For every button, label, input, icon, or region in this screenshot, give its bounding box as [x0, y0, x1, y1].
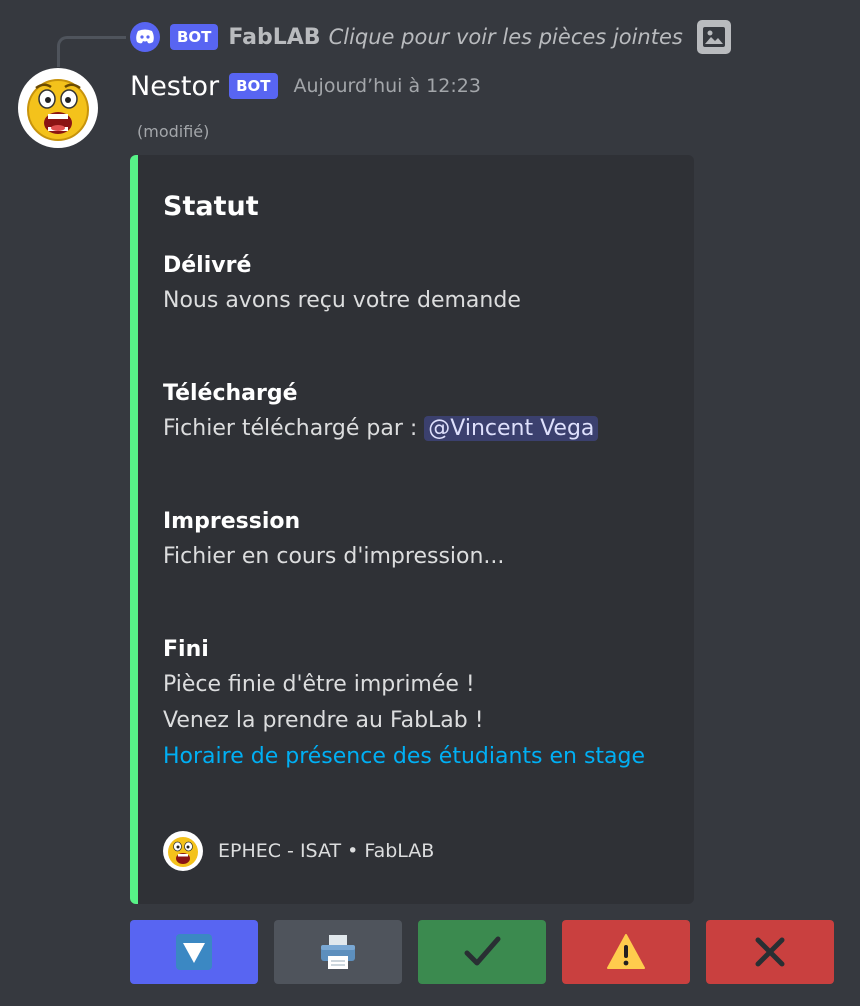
embed-title: Statut [163, 191, 259, 222]
schedule-link[interactable]: Horaire de présence des étudiants en sta… [163, 744, 645, 769]
reply-reference[interactable]: BOT FabLAB Clique pour voir les pièces j… [130, 20, 731, 54]
user-mention[interactable]: @Vincent Vega [424, 416, 599, 441]
warning-icon [607, 934, 645, 969]
field-value-line: Venez la prendre au FabLab ! [163, 708, 484, 733]
screaming-emoji-footer-icon [168, 837, 198, 867]
embed-field-printing: Impression Fichier en cours d'impression… [163, 505, 683, 575]
printer-icon [321, 935, 355, 969]
down-arrow-button[interactable] [130, 920, 258, 984]
field-name: Délivré [163, 253, 252, 278]
field-name: Téléchargé [163, 381, 298, 406]
done-button[interactable] [418, 920, 546, 984]
embed-field-delivered: Délivré Nous avons reçu votre demande [163, 249, 683, 319]
message-timestamp[interactable]: Aujourd’hui à 12:23 [294, 75, 481, 97]
field-value-prefix: Fichier téléchargé par : [163, 416, 425, 441]
message-header: Nestor BOT Aujourd’hui à 12:23 [130, 66, 481, 106]
reply-preview-text[interactable]: Clique pour voir les pièces jointes [329, 25, 683, 49]
action-buttons-row [130, 920, 834, 984]
embed-field-finished: Fini Pièce finie d'être imprimée ! Venez… [163, 633, 683, 775]
field-name: Impression [163, 509, 301, 534]
reply-bot-tag: BOT [170, 24, 219, 50]
avatar[interactable] [18, 68, 98, 148]
field-value: Nous avons reçu votre demande [163, 288, 521, 313]
footer-text: EPHEC - ISAT • FabLAB [218, 840, 435, 862]
image-attachment-icon [696, 20, 731, 54]
edited-label: (modifié) [137, 122, 210, 141]
author-bot-tag: BOT [229, 73, 278, 99]
checkmark-icon [464, 936, 501, 966]
cancel-button[interactable] [706, 920, 834, 984]
warning-button[interactable] [562, 920, 690, 984]
status-embed: Statut Délivré Nous avons reçu votre dem… [130, 155, 694, 904]
embed-field-downloaded: Téléchargé Fichier téléchargé par : @Vin… [163, 377, 683, 447]
cross-icon [755, 937, 785, 967]
print-button[interactable] [274, 920, 402, 984]
down-arrow-icon [176, 934, 212, 970]
field-value-line: Pièce finie d'être imprimée ! [163, 672, 475, 697]
field-value-link-line: Horaire de présence des étudiants en sta… [163, 739, 683, 775]
screaming-emoji-avatar-icon [27, 79, 89, 141]
reply-spine-line [57, 36, 126, 67]
footer-avatar [163, 831, 203, 871]
field-value: Fichier téléchargé par : @Vincent Vega [163, 411, 683, 447]
discord-logo-icon [130, 22, 160, 52]
field-value: Fichier en cours d'impression... [163, 544, 505, 569]
reply-author-name[interactable]: FabLAB [228, 25, 320, 50]
author-name[interactable]: Nestor [130, 71, 219, 102]
embed-footer: EPHEC - ISAT • FabLAB [163, 831, 434, 871]
field-name: Fini [163, 637, 209, 662]
chat-message-container: BOT FabLAB Clique pour voir les pièces j… [0, 0, 860, 1006]
